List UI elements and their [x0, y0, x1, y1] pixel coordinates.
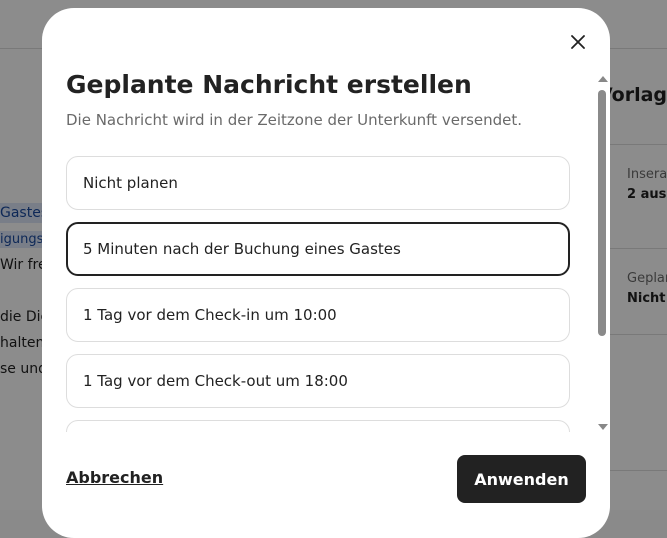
options-scrollbar[interactable]	[596, 74, 610, 430]
schedule-options-list: Nicht planen 5 Minuten nach der Buchung …	[66, 156, 572, 432]
scroll-up-arrow-icon[interactable]	[598, 76, 608, 82]
option-5-minuten-nach-buchung[interactable]: 5 Minuten nach der Buchung eines Gastes	[66, 222, 570, 276]
option-label: 1 Tag vor dem Check-in um 10:00	[83, 306, 337, 324]
option-1-tag-vor-check-out[interactable]: 1 Tag vor dem Check-out um 18:00	[66, 354, 570, 408]
option-1-tag-vor-check-in[interactable]: 1 Tag vor dem Check-in um 10:00	[66, 288, 570, 342]
scroll-down-arrow-icon[interactable]	[598, 424, 608, 430]
option-nicht-planen[interactable]: Nicht planen	[66, 156, 570, 210]
close-icon	[571, 35, 585, 49]
option-partially-visible[interactable]	[66, 420, 570, 432]
cancel-button[interactable]: Abbrechen	[66, 468, 163, 487]
dialog-title: Geplante Nachricht erstellen	[66, 70, 472, 99]
option-label: 5 Minuten nach der Buchung eines Gastes	[83, 240, 401, 258]
option-label: Nicht planen	[83, 174, 178, 192]
scrollbar-thumb[interactable]	[598, 90, 606, 336]
close-button[interactable]	[564, 28, 592, 56]
option-label: 1 Tag vor dem Check-out um 18:00	[83, 372, 348, 390]
dialog-subtitle: Die Nachricht wird in der Zeitzone der U…	[66, 111, 523, 129]
apply-button[interactable]: Anwenden	[457, 455, 586, 503]
schedule-message-dialog: Geplante Nachricht erstellen Die Nachric…	[42, 8, 610, 538]
